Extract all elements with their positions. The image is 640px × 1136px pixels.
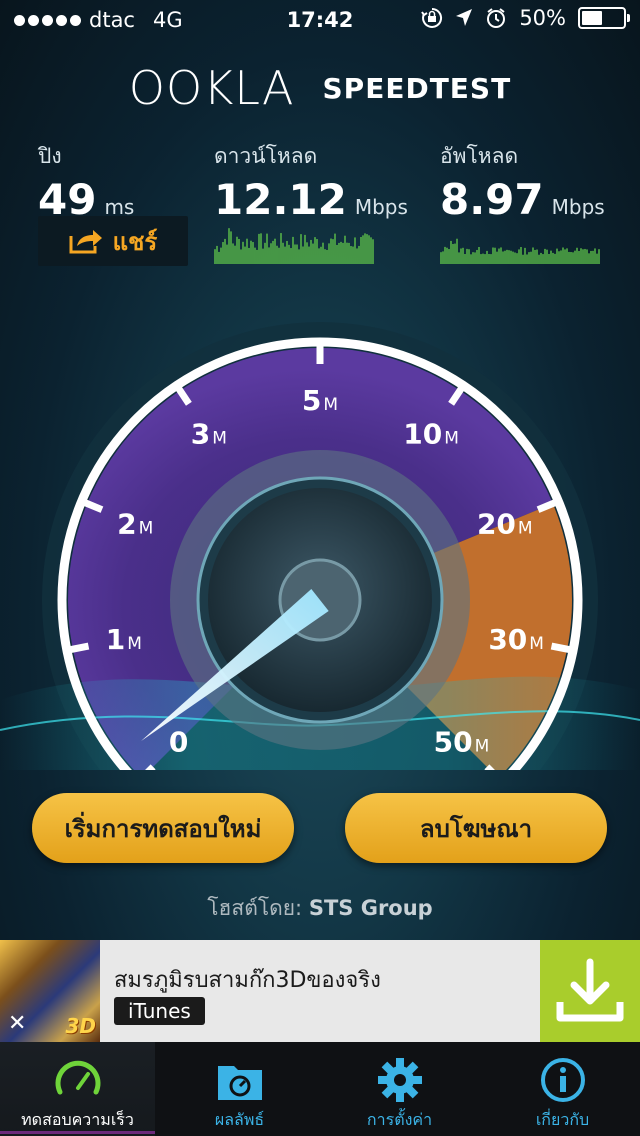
ad-close-icon[interactable]: ✕ [8, 1011, 26, 1036]
upload-unit: Mbps [551, 195, 605, 219]
app-header: OOKLA SPEEDTEST [0, 58, 640, 118]
ping-label: ปิง [38, 144, 62, 168]
rotation-lock-icon [421, 7, 443, 28]
restart-test-button[interactable]: เริ่มการทดสอบใหม่ [32, 793, 294, 863]
gauge-tick [550, 642, 574, 654]
alarm-icon [487, 8, 506, 28]
tab-results-label: ผลลัพธ์ [214, 1110, 265, 1129]
download-unit: Mbps [354, 195, 408, 219]
tab-about[interactable]: เกี่ยวกับ [485, 1042, 640, 1136]
tab-settings-label: การตั้งค่า [366, 1110, 433, 1129]
ad-download-button[interactable] [540, 940, 640, 1042]
tab-speed-test-label: ทดสอบความเร็ว [21, 1110, 134, 1129]
tab-settings[interactable]: การตั้งค่า [322, 1042, 477, 1136]
gauge-tick-label: 0 [169, 725, 188, 758]
host-info: โฮสต์โดย: STS Group [0, 892, 640, 925]
speedometer-icon [55, 1060, 100, 1095]
active-tab-indicator [0, 1131, 155, 1134]
share-label: แชร์ [112, 227, 158, 256]
upload-graph [440, 238, 600, 264]
download-graph [214, 228, 374, 264]
host-name: STS Group [308, 896, 433, 920]
battery-percent: 50% [519, 6, 566, 30]
ookla-logo: OOKLA [128, 61, 295, 115]
remove-ads-button[interactable]: ลบโฆษณา [345, 793, 607, 863]
ad-store-badge: iTunes [114, 997, 205, 1025]
ad-image-3d-label: 3D [65, 1014, 96, 1038]
ad-image[interactable]: 3D ✕ [0, 940, 100, 1042]
upload-value: 8.97 [440, 175, 544, 224]
location-icon [456, 9, 473, 26]
ad-banner[interactable]: 3D ✕ สมรภูมิรบสามก๊ก3Dของจริง iTunes [0, 940, 640, 1042]
status-bar: dtac 4G 17:42 50% [0, 0, 640, 40]
host-label: โฮสต์โดย: [207, 896, 303, 920]
share-button[interactable]: แชร์ [38, 216, 188, 266]
tab-about-label: เกี่ยวกับ [535, 1110, 590, 1129]
tab-results[interactable]: ผลลัพธ์ [162, 1042, 317, 1136]
info-icon [540, 1058, 585, 1102]
gauge-tick [66, 642, 90, 654]
ad-title: สมรภูมิรบสามก๊ก3Dของจริง [114, 968, 381, 993]
download-result: ดาวน์โหลด 12.12 Mbps [214, 140, 408, 224]
upload-result: อัพโหลด 8.97 Mbps [440, 140, 605, 224]
results-folder-icon [217, 1066, 262, 1100]
tab-speed-test[interactable]: ทดสอบความเร็ว [0, 1042, 155, 1136]
ping-result: ปิง 49 ms [38, 140, 134, 224]
download-label: ดาวน์โหลด [214, 144, 318, 168]
upload-label: อัพโหลด [440, 144, 519, 168]
share-icon [69, 230, 102, 254]
speed-gauge: 01 M2 M3 M5 M10 M20 M30 M50 M [0, 322, 640, 770]
download-icon [556, 958, 624, 1022]
gear-icon [377, 1058, 422, 1102]
tab-bar: ทดสอบความเร็ว ผลลัพธ์ การตั้งค่า เกี่ยวก… [0, 1042, 640, 1136]
app-title: SPEEDTEST [322, 71, 512, 105]
battery-icon [578, 7, 630, 29]
download-value: 12.12 [214, 175, 347, 224]
